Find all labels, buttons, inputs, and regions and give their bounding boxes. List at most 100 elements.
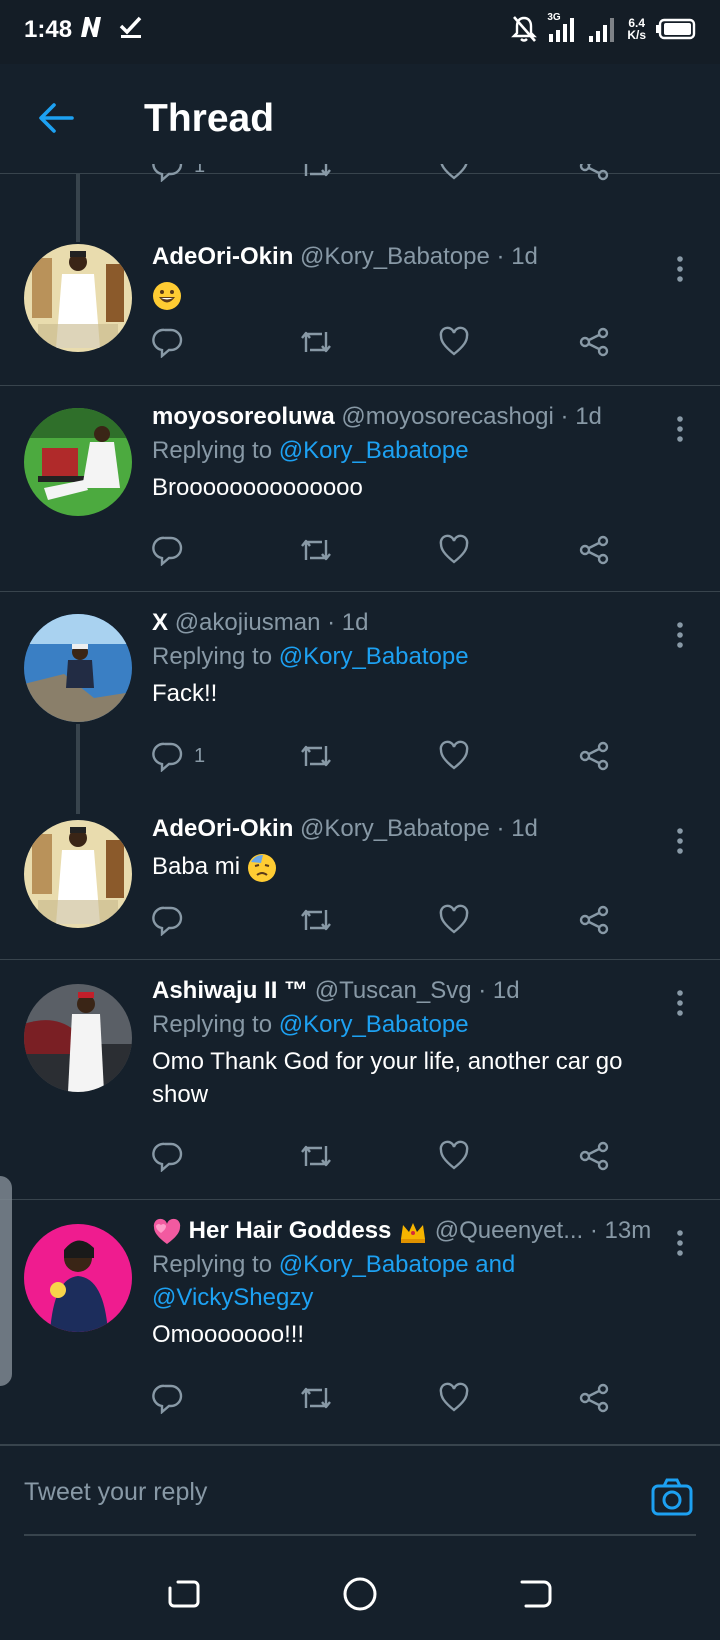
more-options-icon[interactable] — [670, 1228, 690, 1258]
back-nav-icon[interactable] — [518, 1576, 554, 1612]
camera-icon[interactable] — [650, 1476, 694, 1520]
share-action[interactable] — [578, 164, 610, 184]
edge-panel-handle[interactable] — [0, 1176, 12, 1386]
crown-emoji — [401, 1222, 426, 1243]
netflix-notification-icon — [81, 17, 101, 37]
share-action[interactable] — [578, 902, 610, 938]
reply-action[interactable] — [152, 324, 194, 360]
user-handle[interactable]: @Queenyet... — [435, 1217, 583, 1244]
retweet-action[interactable] — [298, 1380, 334, 1416]
replying-to-link[interactable]: @Kory_Babatope — [279, 1011, 469, 1038]
display-name[interactable]: moyosoreoluwa — [152, 403, 335, 430]
user-handle[interactable]: @akojiusman — [175, 609, 321, 636]
user-handle[interactable]: @Kory_Babatope — [300, 815, 490, 842]
tweet-text: Omooooooo!!! — [152, 1321, 305, 1348]
like-action[interactable] — [438, 902, 470, 938]
retweet-icon — [301, 745, 331, 767]
user-handle[interactable]: @moyosorecashogi — [341, 403, 553, 430]
home-icon[interactable] — [342, 1576, 378, 1612]
share-icon — [579, 164, 609, 181]
replying-label: Replying to — [152, 1011, 273, 1038]
checkmark-notification-icon — [119, 16, 142, 38]
reply-action[interactable] — [152, 902, 194, 938]
share-action[interactable] — [578, 1138, 610, 1174]
tweet-text: Broooooooooooooo — [152, 474, 363, 501]
display-name[interactable]: X — [152, 609, 168, 636]
action-bar — [152, 1138, 622, 1178]
retweet-icon — [301, 331, 331, 353]
avatar[interactable] — [24, 614, 132, 722]
display-name[interactable]: Her Hair Goddess — [189, 1217, 392, 1244]
share-action[interactable] — [578, 324, 610, 360]
page-title: Thread — [144, 97, 275, 140]
reply-action[interactable] — [152, 1138, 194, 1174]
like-action[interactable] — [438, 532, 470, 568]
more-options-icon[interactable] — [670, 620, 690, 650]
user-handle[interactable]: @Kory_Babatope — [300, 243, 490, 270]
tweet-item[interactable]: AdeOri-Okin @Kory_Babatope · 1d Baba mi — [0, 798, 720, 960]
avatar[interactable] — [24, 984, 132, 1092]
tweet-item[interactable]: AdeOri-Okin @Kory_Babatope · 1d — [0, 226, 720, 386]
tweet-time: · 13m — [589, 1217, 652, 1244]
avatar[interactable] — [24, 1224, 132, 1332]
sparkling-heart-emoji — [153, 1218, 181, 1244]
retweet-icon — [301, 539, 331, 561]
share-icon — [579, 905, 609, 935]
tweet-text: Baba mi — [152, 850, 660, 883]
share-icon — [579, 741, 609, 771]
retweet-icon — [301, 909, 331, 931]
partial-action-bar: 1 — [152, 164, 622, 194]
avatar[interactable] — [24, 408, 132, 516]
back-arrow-icon[interactable] — [34, 96, 78, 140]
share-action[interactable] — [578, 532, 610, 568]
reply-underline — [24, 1534, 696, 1536]
avatar[interactable] — [24, 244, 132, 352]
reply-icon — [152, 164, 183, 182]
grinning-face-emoji — [153, 281, 181, 310]
reply-input[interactable]: Tweet your reply — [24, 1478, 207, 1507]
more-options-icon[interactable] — [670, 414, 690, 444]
signal-3g-icon: 3G — [547, 12, 577, 44]
reply-action[interactable] — [152, 532, 194, 568]
network-speed: 6.4 K/s — [627, 17, 646, 41]
more-options-icon[interactable] — [670, 254, 690, 284]
share-action[interactable] — [578, 1380, 610, 1416]
share-action[interactable] — [578, 738, 610, 774]
user-handle[interactable]: @Tuscan_Svg — [315, 977, 472, 1004]
replying-to-link[interactable]: @Kory_Babatope — [279, 437, 469, 464]
like-action[interactable] — [438, 1138, 470, 1174]
tweet-text — [152, 278, 660, 311]
status-bar: 1:48 3G 6.4 K/s — [0, 0, 720, 64]
heart-icon — [439, 740, 469, 770]
retweet-action[interactable] — [298, 164, 334, 184]
tweet-item[interactable]: Ashiwaju II ™ @Tuscan_Svg · 1d Replying … — [0, 960, 720, 1200]
reply-action[interactable] — [152, 1380, 194, 1416]
tweet-header: moyosoreoluwa @moyosorecashogi · 1d — [152, 400, 660, 434]
tweet-item[interactable]: Her Hair Goddess @Queenyet... · 13m Repl… — [0, 1200, 720, 1444]
retweet-action[interactable] — [298, 902, 334, 938]
avatar[interactable] — [24, 820, 132, 928]
recent-apps-icon[interactable] — [166, 1576, 202, 1612]
more-options-icon[interactable] — [670, 826, 690, 856]
display-name[interactable]: AdeOri-Okin — [152, 815, 293, 842]
tweet-item[interactable]: X @akojiusman · 1d Replying to @Kory_Bab… — [0, 592, 720, 814]
retweet-action[interactable] — [298, 738, 334, 774]
action-bar — [152, 532, 622, 572]
tweet-header: X @akojiusman · 1d — [152, 606, 660, 640]
retweet-action[interactable] — [298, 324, 334, 360]
display-name[interactable]: AdeOri-Okin — [152, 243, 293, 270]
like-action[interactable] — [438, 164, 470, 184]
like-action[interactable] — [438, 1380, 470, 1416]
retweet-action[interactable] — [298, 1138, 334, 1174]
retweet-action[interactable] — [298, 532, 334, 568]
speed-unit: K/s — [627, 28, 646, 42]
display-name[interactable]: Ashiwaju II ™ — [152, 977, 308, 1004]
tweet-item[interactable]: moyosoreoluwa @moyosorecashogi · 1d Repl… — [0, 386, 720, 592]
reply-action[interactable]: 1 — [152, 738, 205, 774]
like-action[interactable] — [438, 738, 470, 774]
more-options-icon[interactable] — [670, 988, 690, 1018]
reply-composer: Tweet your reply — [0, 1444, 720, 1544]
reply-action[interactable]: 1 — [152, 164, 205, 184]
replying-to-link[interactable]: @Kory_Babatope — [279, 643, 469, 670]
like-action[interactable] — [438, 324, 470, 360]
